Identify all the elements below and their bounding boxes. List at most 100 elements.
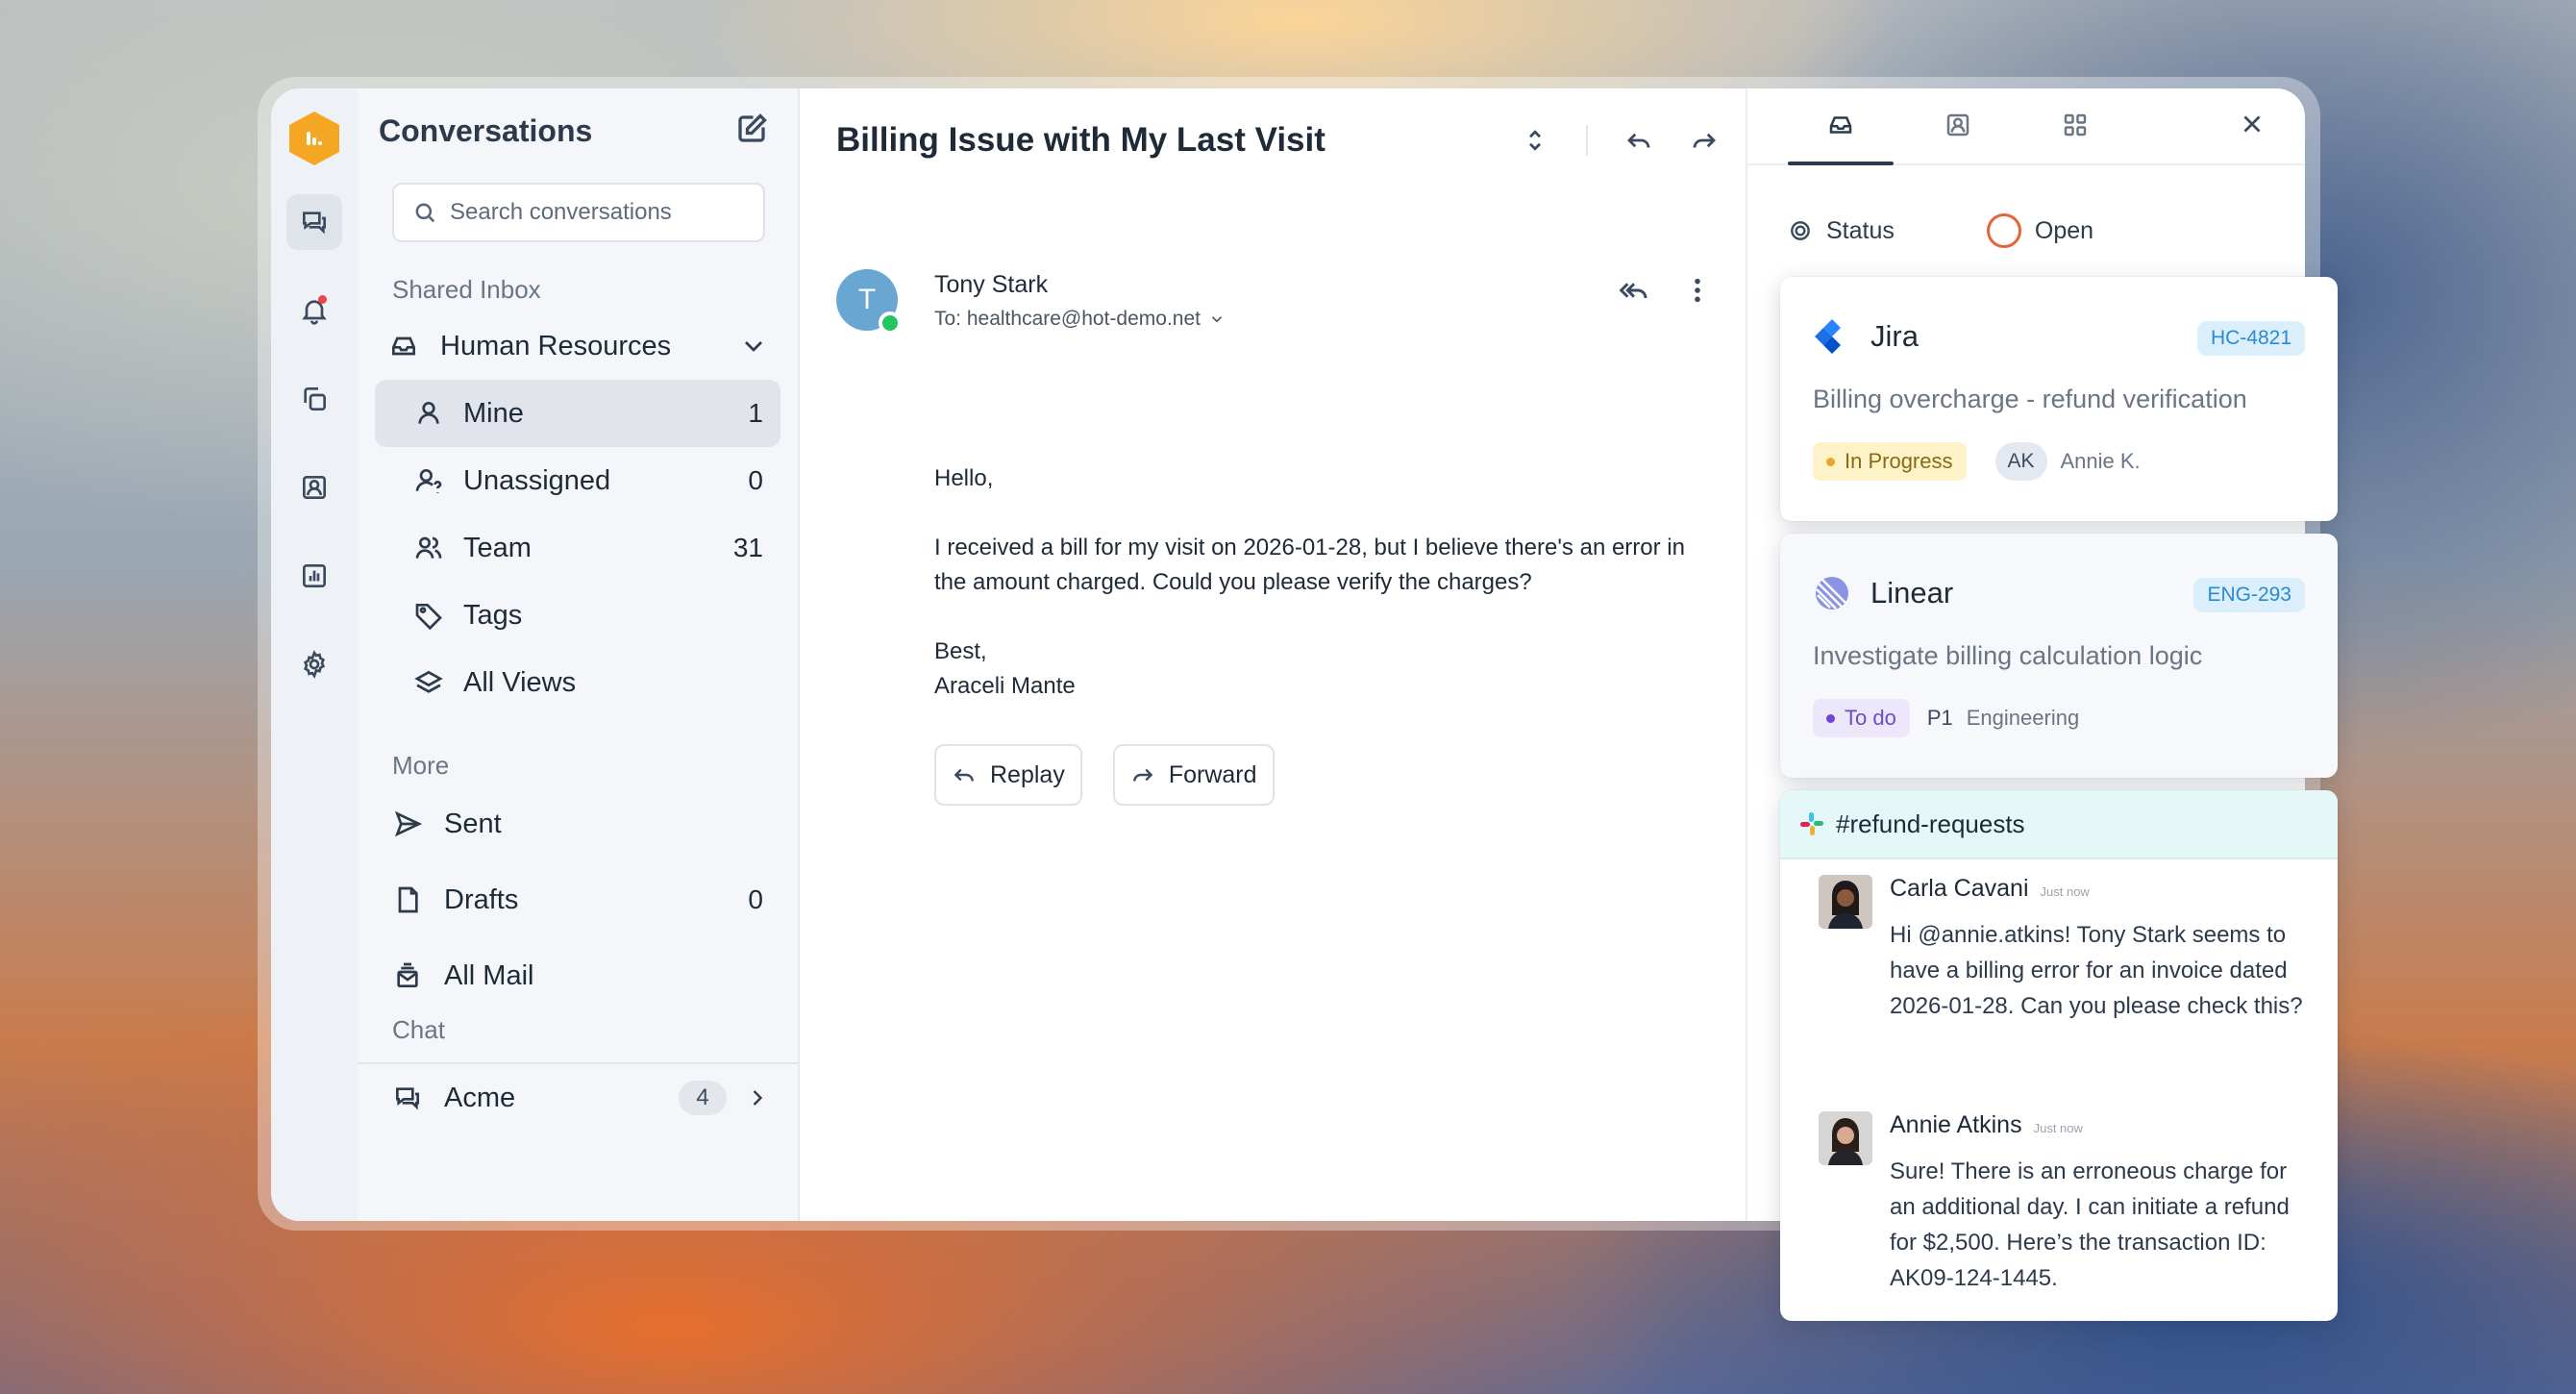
sidebar-item-label: Sent bbox=[444, 808, 502, 839]
body-greeting: Hello, bbox=[934, 465, 994, 491]
slack-logo-icon bbox=[1800, 812, 1823, 835]
search-box[interactable] bbox=[392, 183, 765, 242]
linear-issue-title: Investigate billing calculation logic bbox=[1813, 641, 2203, 670]
logo-mark-icon bbox=[307, 132, 322, 145]
slack-channel-name: #refund-requests bbox=[1836, 809, 2025, 838]
reply-actions: Replay Forward bbox=[934, 744, 1275, 806]
close-icon bbox=[2243, 115, 2261, 133]
avatar bbox=[1819, 875, 1872, 929]
contact-card-icon bbox=[303, 476, 326, 499]
user-question-icon bbox=[415, 469, 442, 493]
sidebar-item-label: Mine bbox=[463, 397, 524, 429]
jira-ticket-id[interactable]: HC-4821 bbox=[2196, 321, 2305, 356]
sidebar-item-tags[interactable]: Tags bbox=[375, 582, 780, 649]
forward-icon bbox=[1132, 768, 1153, 782]
close-panel-button[interactable] bbox=[2238, 110, 2266, 143]
conversation-subject: Billing Issue with My Last Visit bbox=[836, 121, 1325, 159]
jira-tool-name: Jira bbox=[1870, 319, 1919, 353]
reply-button[interactable]: Replay bbox=[934, 744, 1082, 806]
tab-apps[interactable] bbox=[2022, 88, 2128, 163]
subject-actions bbox=[1521, 125, 1719, 156]
undo-icon[interactable] bbox=[1624, 126, 1653, 155]
conversation-view: Billing Issue with My Last Visit T Tony … bbox=[800, 88, 1747, 1221]
subject-bar: Billing Issue with My Last Visit bbox=[800, 88, 1746, 192]
sidebar-item-unassigned[interactable]: Unassigned 0 bbox=[375, 447, 780, 514]
status-dot bbox=[1826, 713, 1835, 723]
app-logo bbox=[289, 112, 339, 165]
linear-status-badge: To do bbox=[1813, 699, 1910, 737]
contact-card-icon bbox=[1946, 113, 1969, 137]
sidebar-item-all-mail[interactable]: All Mail bbox=[358, 942, 798, 1009]
status-open-icon[interactable] bbox=[1986, 213, 2021, 248]
sidebar-item-drafts[interactable]: Drafts 0 bbox=[358, 866, 798, 933]
details-tabs bbox=[1747, 88, 2305, 165]
body-paragraph: I received a bill for my visit on 2026-0… bbox=[934, 535, 1685, 595]
assignee-avatar: AK bbox=[1994, 442, 2047, 481]
sidebar-item-label: Team bbox=[463, 532, 532, 563]
reply-all-icon[interactable] bbox=[1619, 275, 1649, 306]
linear-card-header: Linear bbox=[1813, 574, 1953, 612]
chat-bubbles-icon bbox=[303, 212, 326, 235]
slack-author-name: Carla Cavani bbox=[1890, 875, 2029, 902]
linear-logo-icon bbox=[1816, 577, 1848, 610]
rail-reports-button[interactable] bbox=[286, 548, 342, 604]
sidebar-item-count: 31 bbox=[732, 533, 763, 562]
redo-icon[interactable] bbox=[1690, 126, 1719, 155]
rail-contacts-button[interactable] bbox=[286, 460, 342, 515]
chevron-right-icon[interactable] bbox=[744, 1084, 771, 1111]
tag-icon bbox=[415, 604, 442, 631]
jira-status-badge: In Progress bbox=[1813, 442, 1967, 481]
linear-issue-card[interactable]: Linear ENG-293 Investigate billing calcu… bbox=[1780, 534, 2338, 778]
sidebar-item-label: Tags bbox=[463, 599, 523, 631]
search-input[interactable] bbox=[450, 199, 757, 226]
slack-timestamp: Just now bbox=[2033, 1121, 2083, 1135]
send-icon bbox=[394, 810, 423, 837]
compose-button[interactable] bbox=[734, 112, 769, 151]
sidebar-item-label: Unassigned bbox=[463, 464, 611, 496]
chat-item-acme[interactable]: Acme 4 bbox=[358, 1064, 798, 1132]
jira-status-label: In Progress bbox=[1845, 449, 1953, 473]
body-signoff: Best, bbox=[934, 638, 987, 664]
status-dot bbox=[1826, 457, 1835, 466]
recipient-line[interactable]: To: healthcare@hot-demo.net bbox=[934, 308, 1226, 331]
sidebar-item-label: All Mail bbox=[444, 959, 534, 991]
sender-avatar: T bbox=[836, 269, 902, 335]
chevron-down-icon bbox=[745, 341, 762, 352]
sidebar-item-all-views[interactable]: All Views bbox=[375, 649, 780, 716]
sidebar-item-team[interactable]: Team 31 bbox=[375, 514, 780, 582]
rail-notifications-button[interactable] bbox=[286, 283, 342, 338]
forward-button[interactable]: Forward bbox=[1112, 744, 1275, 806]
status-value[interactable]: Open bbox=[2035, 217, 2093, 245]
rail-copy-button[interactable] bbox=[286, 371, 342, 427]
tab-inbox[interactable] bbox=[1788, 88, 1894, 165]
sidebar-header: Conversations bbox=[358, 88, 798, 152]
more-vertical-icon[interactable] bbox=[1682, 275, 1713, 306]
team-label: Engineering bbox=[1966, 706, 2080, 730]
chat-unread-badge: 4 bbox=[679, 1081, 727, 1115]
conversations-sidebar: Conversations Shared Inbox Human Resourc… bbox=[358, 88, 800, 1221]
copy-icon bbox=[304, 387, 326, 411]
linear-tool-name: Linear bbox=[1870, 576, 1954, 610]
notification-dot bbox=[318, 295, 327, 304]
linear-issue-id[interactable]: ENG-293 bbox=[2193, 578, 2305, 612]
slack-channel-header[interactable]: #refund-requests bbox=[1780, 790, 2338, 859]
online-indicator bbox=[879, 311, 902, 335]
rail-conversations-button[interactable] bbox=[286, 194, 342, 250]
chevron-down-icon bbox=[1211, 316, 1223, 323]
jira-logo-icon bbox=[1815, 319, 1841, 354]
expand-collapse-icon[interactable] bbox=[1521, 126, 1549, 155]
mail-stack-icon bbox=[397, 962, 418, 987]
slack-author: Carla Cavani Just now bbox=[1890, 875, 2090, 903]
shared-inbox-label: Shared Inbox bbox=[392, 275, 541, 304]
slack-message: Annie Atkins Just now Sure! There is an … bbox=[1819, 1111, 2309, 1313]
inbox-group-human-resources[interactable]: Human Resources bbox=[358, 312, 798, 380]
jira-ticket-card[interactable]: Jira HC-4821 Billing overcharge - refund… bbox=[1780, 277, 2338, 521]
sidebar-item-count: 0 bbox=[748, 465, 763, 495]
sidebar-item-mine[interactable]: Mine 1 bbox=[375, 380, 780, 447]
rail-settings-button[interactable] bbox=[286, 636, 342, 692]
status-label: Status bbox=[1826, 216, 1895, 244]
sidebar-item-sent[interactable]: Sent bbox=[358, 790, 798, 858]
jira-ticket-title: Billing overcharge - refund verification bbox=[1813, 385, 2247, 413]
tab-contact[interactable] bbox=[1905, 88, 2011, 163]
slack-thread-card: #refund-requests Carla Cavani Just now H… bbox=[1780, 790, 2338, 1321]
